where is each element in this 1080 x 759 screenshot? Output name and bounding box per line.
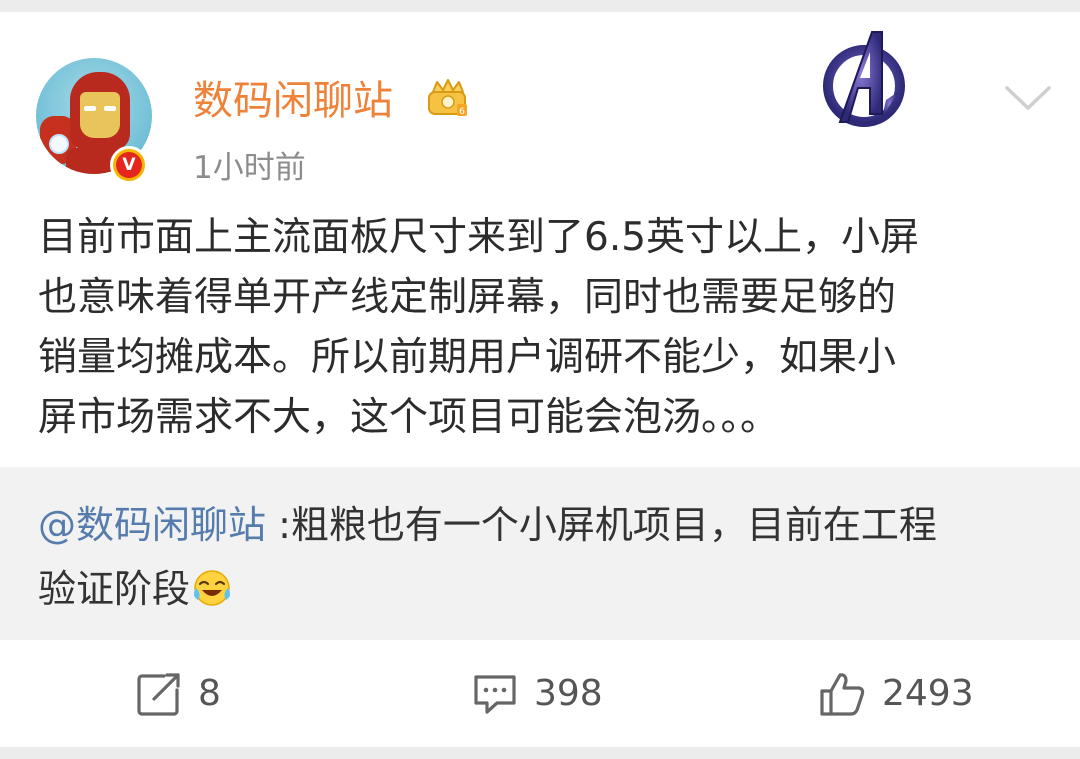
post-body-line: 也意味着得单开产线定制屏幕，同时也需要足够的: [38, 275, 897, 320]
repost-body: @数码闲聊站 :粗粮也有一个小屏机项目，目前在工程 验证阶段: [38, 493, 1048, 621]
post-body-line: 目前市面上主流面板尺寸来到了6.5英寸以上，小屏: [38, 215, 920, 260]
repost-text-line2: 验证阶段: [38, 567, 191, 611]
repost-button[interactable]: 8: [136, 640, 221, 747]
comment-button[interactable]: 398: [472, 640, 603, 747]
share-icon: [137, 672, 180, 716]
action-bar: 8 398 2493: [0, 640, 1080, 747]
post-header: V 数码闲聊站 6 1小时前: [0, 12, 1080, 202]
repost-count: 8: [198, 673, 221, 714]
laugh-cry-icon: [193, 570, 231, 606]
repost-text-rest: :粗粮也有一个小屏机项目，目前在工程: [266, 503, 937, 547]
repost-line: @数码闲聊站 :粗粮也有一个小屏机项目，目前在工程: [38, 493, 1048, 557]
thumbs-up-icon: [820, 672, 865, 716]
comment-icon: [474, 674, 516, 714]
like-button[interactable]: 2493: [818, 640, 974, 747]
post-body: 目前市面上主流面板尺寸来到了6.5英寸以上，小屏 也意味着得单开产线定制屏幕，同…: [38, 208, 1048, 448]
like-count: 2493: [882, 673, 974, 714]
svg-text:6: 6: [459, 107, 465, 117]
avatar-repulsor-art: [49, 134, 69, 154]
post-body-line: 屏市场需求不大，这个项目可能会泡汤。。。: [38, 395, 780, 440]
repost-line: 验证阶段: [38, 557, 1048, 621]
post-card: V 数码闲聊站 6 1小时前 目前市面上主流面板尺寸来到了6.5英寸以上，小屏 …: [0, 12, 1080, 747]
crown-icon[interactable]: 6: [427, 78, 469, 118]
chevron-down-icon[interactable]: [1004, 84, 1052, 112]
verified-badge-label: V: [116, 152, 142, 178]
comment-count: 398: [534, 673, 603, 714]
mention-link[interactable]: @数码闲聊站: [38, 503, 266, 547]
avengers-icon: [823, 31, 905, 127]
avatar-mask-art: [80, 92, 120, 138]
author-name[interactable]: 数码闲聊站: [193, 68, 393, 126]
avatar-eye-art: [104, 106, 116, 111]
avatar-eye-art: [84, 106, 96, 111]
verified-badge-icon: V: [110, 146, 148, 184]
post-body-line: 销量均摊成本。所以前期用户调研不能少，如果小: [38, 335, 897, 380]
post-timestamp: 1小时前: [193, 150, 306, 186]
reposted-content[interactable]: @数码闲聊站 :粗粮也有一个小屏机项目，目前在工程 验证阶段: [0, 467, 1080, 640]
